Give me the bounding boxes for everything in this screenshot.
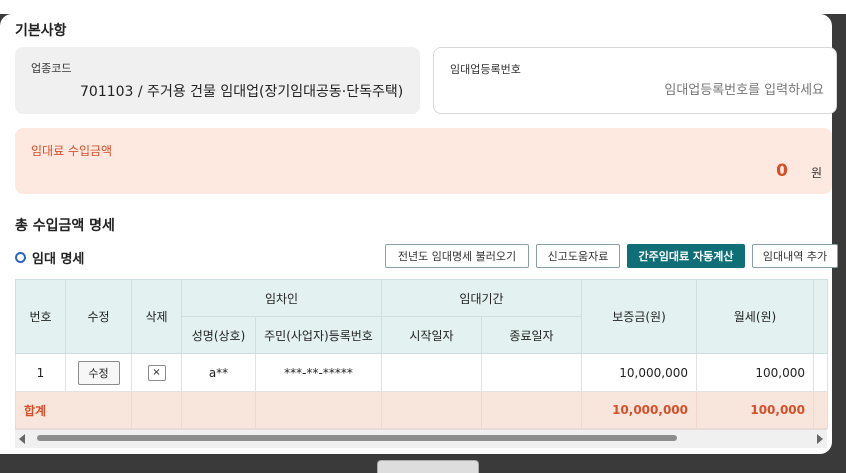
scrollbar-thumb[interactable] bbox=[37, 435, 677, 441]
rental-reg-box: 임대업등록번호 bbox=[433, 47, 837, 114]
horizontal-scrollbar[interactable] bbox=[15, 429, 827, 448]
circle-bullet-icon bbox=[15, 252, 26, 263]
row-delete-button[interactable]: × bbox=[147, 365, 166, 381]
row-edit-button[interactable]: 수정 bbox=[77, 360, 120, 385]
scroll-left-arrow-icon[interactable] bbox=[19, 434, 25, 444]
details-section-title: 총 수입금액 명세 bbox=[15, 218, 115, 234]
row-no: 1 bbox=[15, 353, 66, 392]
header-overflow bbox=[813, 279, 828, 354]
header-edit: 수정 bbox=[65, 279, 132, 354]
total-monthly: 100,000 bbox=[696, 391, 814, 429]
header-name: 성명(상호) bbox=[181, 316, 256, 354]
total-label: 합계 bbox=[15, 391, 132, 429]
industry-code-label: 업종코드 bbox=[31, 62, 72, 75]
header-resident-no: 주민(사업자)등록번호 bbox=[255, 316, 382, 354]
row-monthly: 100,000 bbox=[696, 353, 814, 392]
total-deposit: 10,000,000 bbox=[581, 391, 697, 429]
industry-code-value: 701103 / 주거용 건물 임대업(장기임대공동·단독주택) bbox=[80, 84, 404, 100]
header-monthly: 월세(원) bbox=[696, 279, 814, 354]
income-amount: 0 bbox=[776, 161, 788, 181]
table-row: 1 수정 × a** ***-**-***** 10,000,000 100,0… bbox=[15, 353, 828, 392]
row-deposit: 10,000,000 bbox=[581, 353, 697, 392]
row-name: a** bbox=[181, 353, 256, 392]
bottom-tab bbox=[377, 460, 479, 473]
basic-section-title: 기본사항 bbox=[15, 23, 67, 39]
header-lessee: 임차인 bbox=[181, 279, 382, 317]
header-period: 임대기간 bbox=[381, 279, 582, 317]
scroll-right-arrow-icon[interactable] bbox=[817, 434, 823, 444]
industry-code-box: 업종코드 701103 / 주거용 건물 임대업(장기임대공동·단독주택) bbox=[15, 47, 420, 114]
income-label: 임대료 수입금액 bbox=[31, 144, 113, 158]
add-rental-button[interactable]: 임대내역 추가 bbox=[752, 244, 838, 268]
header-no: 번호 bbox=[15, 279, 66, 354]
rental-detail-title: 임대 명세 bbox=[32, 252, 85, 267]
total-row: 합계 10,000,000 100,000 bbox=[15, 391, 828, 429]
rental-table: 번호 수정 삭제 임차인 임대기간 보증금(원) 월세(원) 성명(상호) 주민… bbox=[15, 279, 828, 429]
income-unit: 원 bbox=[810, 166, 822, 180]
report-help-button[interactable]: 신고도움자료 bbox=[536, 244, 620, 268]
auto-calc-button[interactable]: 간주임대료 자동계산 bbox=[627, 244, 745, 268]
row-resident-no: ***-**-***** bbox=[255, 353, 382, 392]
load-prev-year-button[interactable]: 전년도 임대명세 불러오기 bbox=[385, 244, 529, 268]
rental-reg-label: 임대업등록번호 bbox=[450, 63, 521, 76]
top-strip bbox=[0, 0, 846, 14]
header-deposit: 보증금(원) bbox=[581, 279, 697, 354]
income-box: 임대료 수입금액 0 원 bbox=[15, 128, 832, 194]
header-end: 종료일자 bbox=[481, 316, 582, 354]
rental-detail-heading: 임대 명세 bbox=[15, 248, 84, 267]
rental-reg-input[interactable] bbox=[614, 78, 826, 102]
row-start bbox=[381, 353, 482, 392]
row-end bbox=[481, 353, 582, 392]
header-start: 시작일자 bbox=[381, 316, 482, 354]
header-delete: 삭제 bbox=[131, 279, 182, 354]
